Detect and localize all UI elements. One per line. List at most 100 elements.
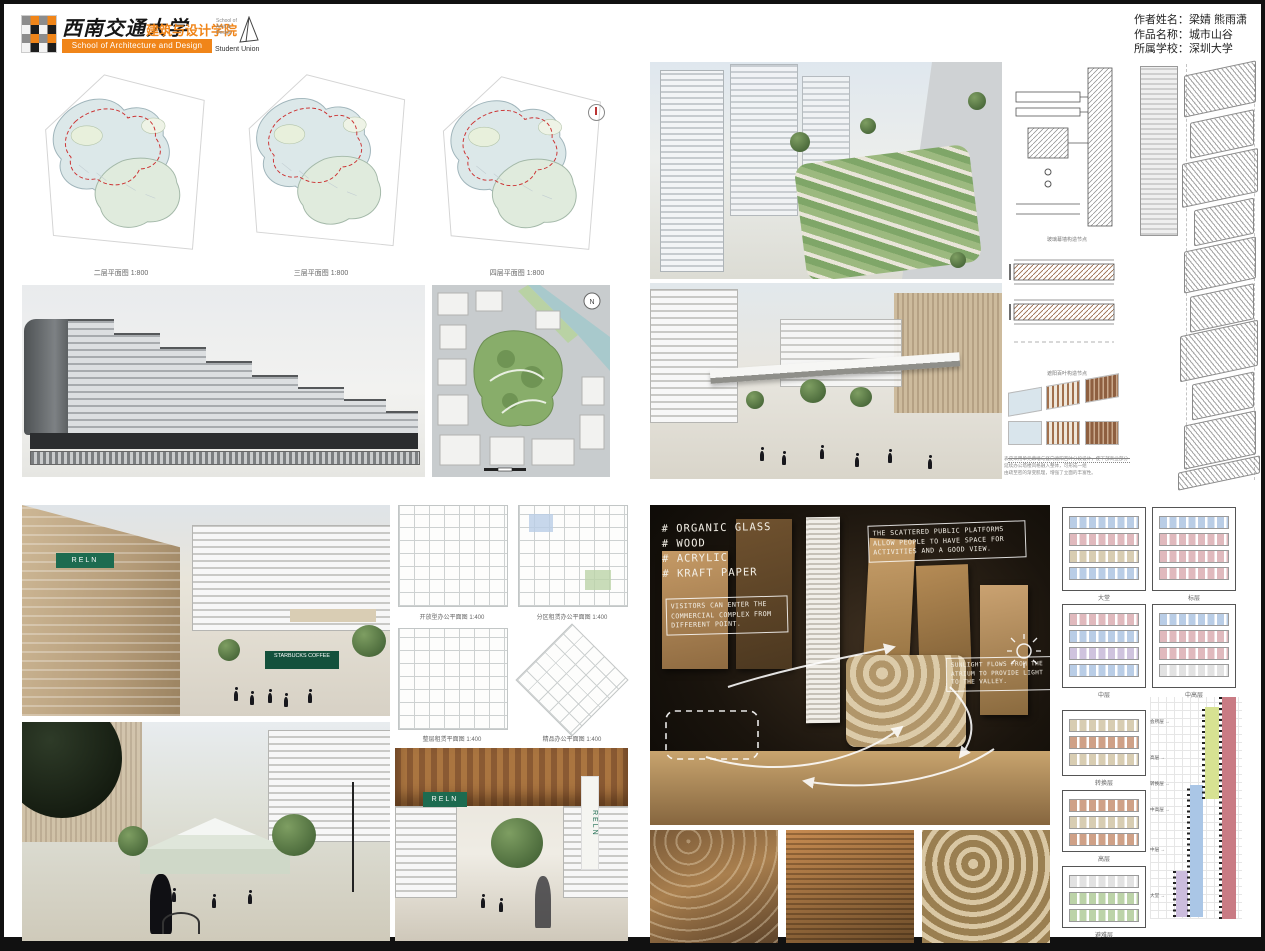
floor-plan-level4 — [424, 66, 610, 264]
plan-strip — [1069, 664, 1139, 677]
tower-plan-mid-label: 中层 — [1062, 690, 1146, 699]
louver-panel-sparse — [1046, 380, 1080, 410]
tower-plan-refuge — [1062, 866, 1146, 928]
glass-panel — [1008, 421, 1042, 445]
person-silhouette — [268, 693, 272, 703]
site-plan: N — [432, 285, 610, 477]
plan-strip — [1159, 630, 1229, 643]
tree — [746, 391, 764, 409]
model-closeup-photo — [786, 830, 914, 943]
stack-dots — [1202, 707, 1205, 799]
frame-top — [0, 0, 1265, 4]
frame-right — [1261, 0, 1265, 951]
office-plan-open-label: 开放型办公平面图 1:400 — [398, 612, 506, 621]
left-building — [650, 289, 738, 423]
author-info: 作者姓名：梁婧 熊雨潇 作品名称：城市山谷 所属学校：深圳大学 — [1134, 13, 1247, 57]
aerial-render — [650, 62, 1002, 279]
school-label: 所属学校： — [1134, 43, 1189, 55]
section-elevation-render — [22, 285, 425, 477]
stack-label: 会所层 — [1150, 719, 1170, 725]
street-view-render: RELN STARBUCKS COFFEE — [22, 505, 390, 716]
tree — [860, 118, 876, 134]
plan-zone — [529, 514, 553, 532]
person-silhouette — [782, 455, 786, 465]
plan-strip — [1069, 799, 1139, 812]
louver-panel-dense — [1085, 421, 1119, 445]
vertical-banner: RELN — [581, 776, 599, 870]
person-silhouette — [234, 691, 238, 701]
author-name-value: 梁婧 熊雨潇 — [1189, 14, 1247, 26]
person-silhouette — [760, 451, 764, 461]
stack-label: 中高层 — [1150, 807, 1170, 813]
union-logo-icon — [238, 16, 260, 44]
terrace-step — [252, 375, 298, 435]
tower-plan-lobby — [1062, 507, 1146, 591]
tower-plan-typical-label: 标层 — [1152, 593, 1236, 602]
person-silhouette — [212, 898, 216, 908]
stack-label: 转换层 — [1150, 781, 1170, 787]
stack-label: 高层 — [1150, 755, 1165, 761]
presentation-board: 西南交通大学 建筑与设计学院 School of Architecture an… — [0, 0, 1265, 951]
tree — [950, 252, 966, 268]
plan-strip — [1069, 630, 1139, 643]
tower-plan-transfer — [1062, 710, 1146, 776]
tower-plan-lobby-label: 大堂 — [1062, 593, 1146, 602]
tree — [352, 625, 386, 657]
floor-plan-level3 — [228, 66, 414, 264]
glass-panel — [1008, 387, 1042, 417]
tree — [790, 132, 810, 152]
office-plan-zoned — [518, 505, 628, 607]
panel-row-axon — [1008, 371, 1130, 422]
terrace-step — [344, 399, 386, 435]
floor-plan-level2 — [28, 66, 214, 264]
office-plan-boutique-label: 精品办公平面图 1:400 — [518, 734, 626, 743]
louver-panel-sparse — [1046, 421, 1080, 445]
site-compass-n: N — [589, 299, 594, 306]
floor-plan-level4-label: 四层平面图 1:800 — [424, 268, 610, 278]
school-value: 深圳大学 — [1189, 43, 1233, 55]
elevation-base — [30, 433, 418, 449]
left-shopfront — [395, 806, 457, 898]
person-silhouette — [855, 457, 859, 467]
plan-strip — [1069, 753, 1139, 766]
plan-strip — [1069, 833, 1139, 846]
tree — [491, 818, 543, 868]
school-row: 所属学校：深圳大学 — [1134, 42, 1247, 57]
tower-plan-midhigh — [1152, 604, 1236, 688]
author-name-label: 作者姓名： — [1134, 14, 1189, 26]
floor-plan-level3-label: 三层平面图 1:800 — [228, 268, 414, 278]
plan-strip — [1069, 816, 1139, 829]
person-silhouette — [284, 697, 288, 707]
stack-dots — [1187, 785, 1190, 917]
work-title-label: 作品名称： — [1134, 29, 1189, 41]
floor-stacking-diagram: 会所层 高层 转换层 中高层 中层 大堂 — [1150, 697, 1242, 919]
terrace-step — [206, 361, 252, 435]
tower-block — [660, 70, 724, 272]
tree — [800, 379, 826, 403]
terrace-step — [298, 387, 344, 435]
floor-plan-level2-label: 二层平面图 1:800 — [28, 268, 214, 278]
stack-label: 中层 — [1150, 847, 1165, 853]
reln-sign: RELN — [423, 792, 467, 807]
foreground-figure — [535, 876, 551, 928]
louver-panel-dense — [1085, 373, 1119, 403]
plan-strip — [1069, 719, 1139, 732]
office-plan-open — [398, 505, 508, 607]
facade-material-panels — [1008, 382, 1130, 466]
curtain-wall-detail-drawing — [1008, 64, 1126, 232]
terrace-step — [160, 347, 206, 435]
school-name-en: School of Architecture and Design — [62, 39, 212, 53]
tree — [218, 639, 240, 661]
stack-band-mid — [1190, 785, 1203, 917]
plan-strip — [1069, 875, 1139, 888]
plan-strip — [1069, 567, 1139, 580]
plan-strip — [1069, 613, 1139, 626]
sun-doodle-icon — [1007, 634, 1041, 668]
work-title-row: 作品名称：城市山谷 — [1134, 28, 1247, 43]
person-silhouette — [308, 693, 312, 703]
plan-strip — [1159, 567, 1229, 580]
tree — [850, 387, 872, 407]
person-silhouette — [481, 898, 485, 908]
stack-dots — [1173, 871, 1176, 917]
terrace-step — [68, 319, 114, 435]
